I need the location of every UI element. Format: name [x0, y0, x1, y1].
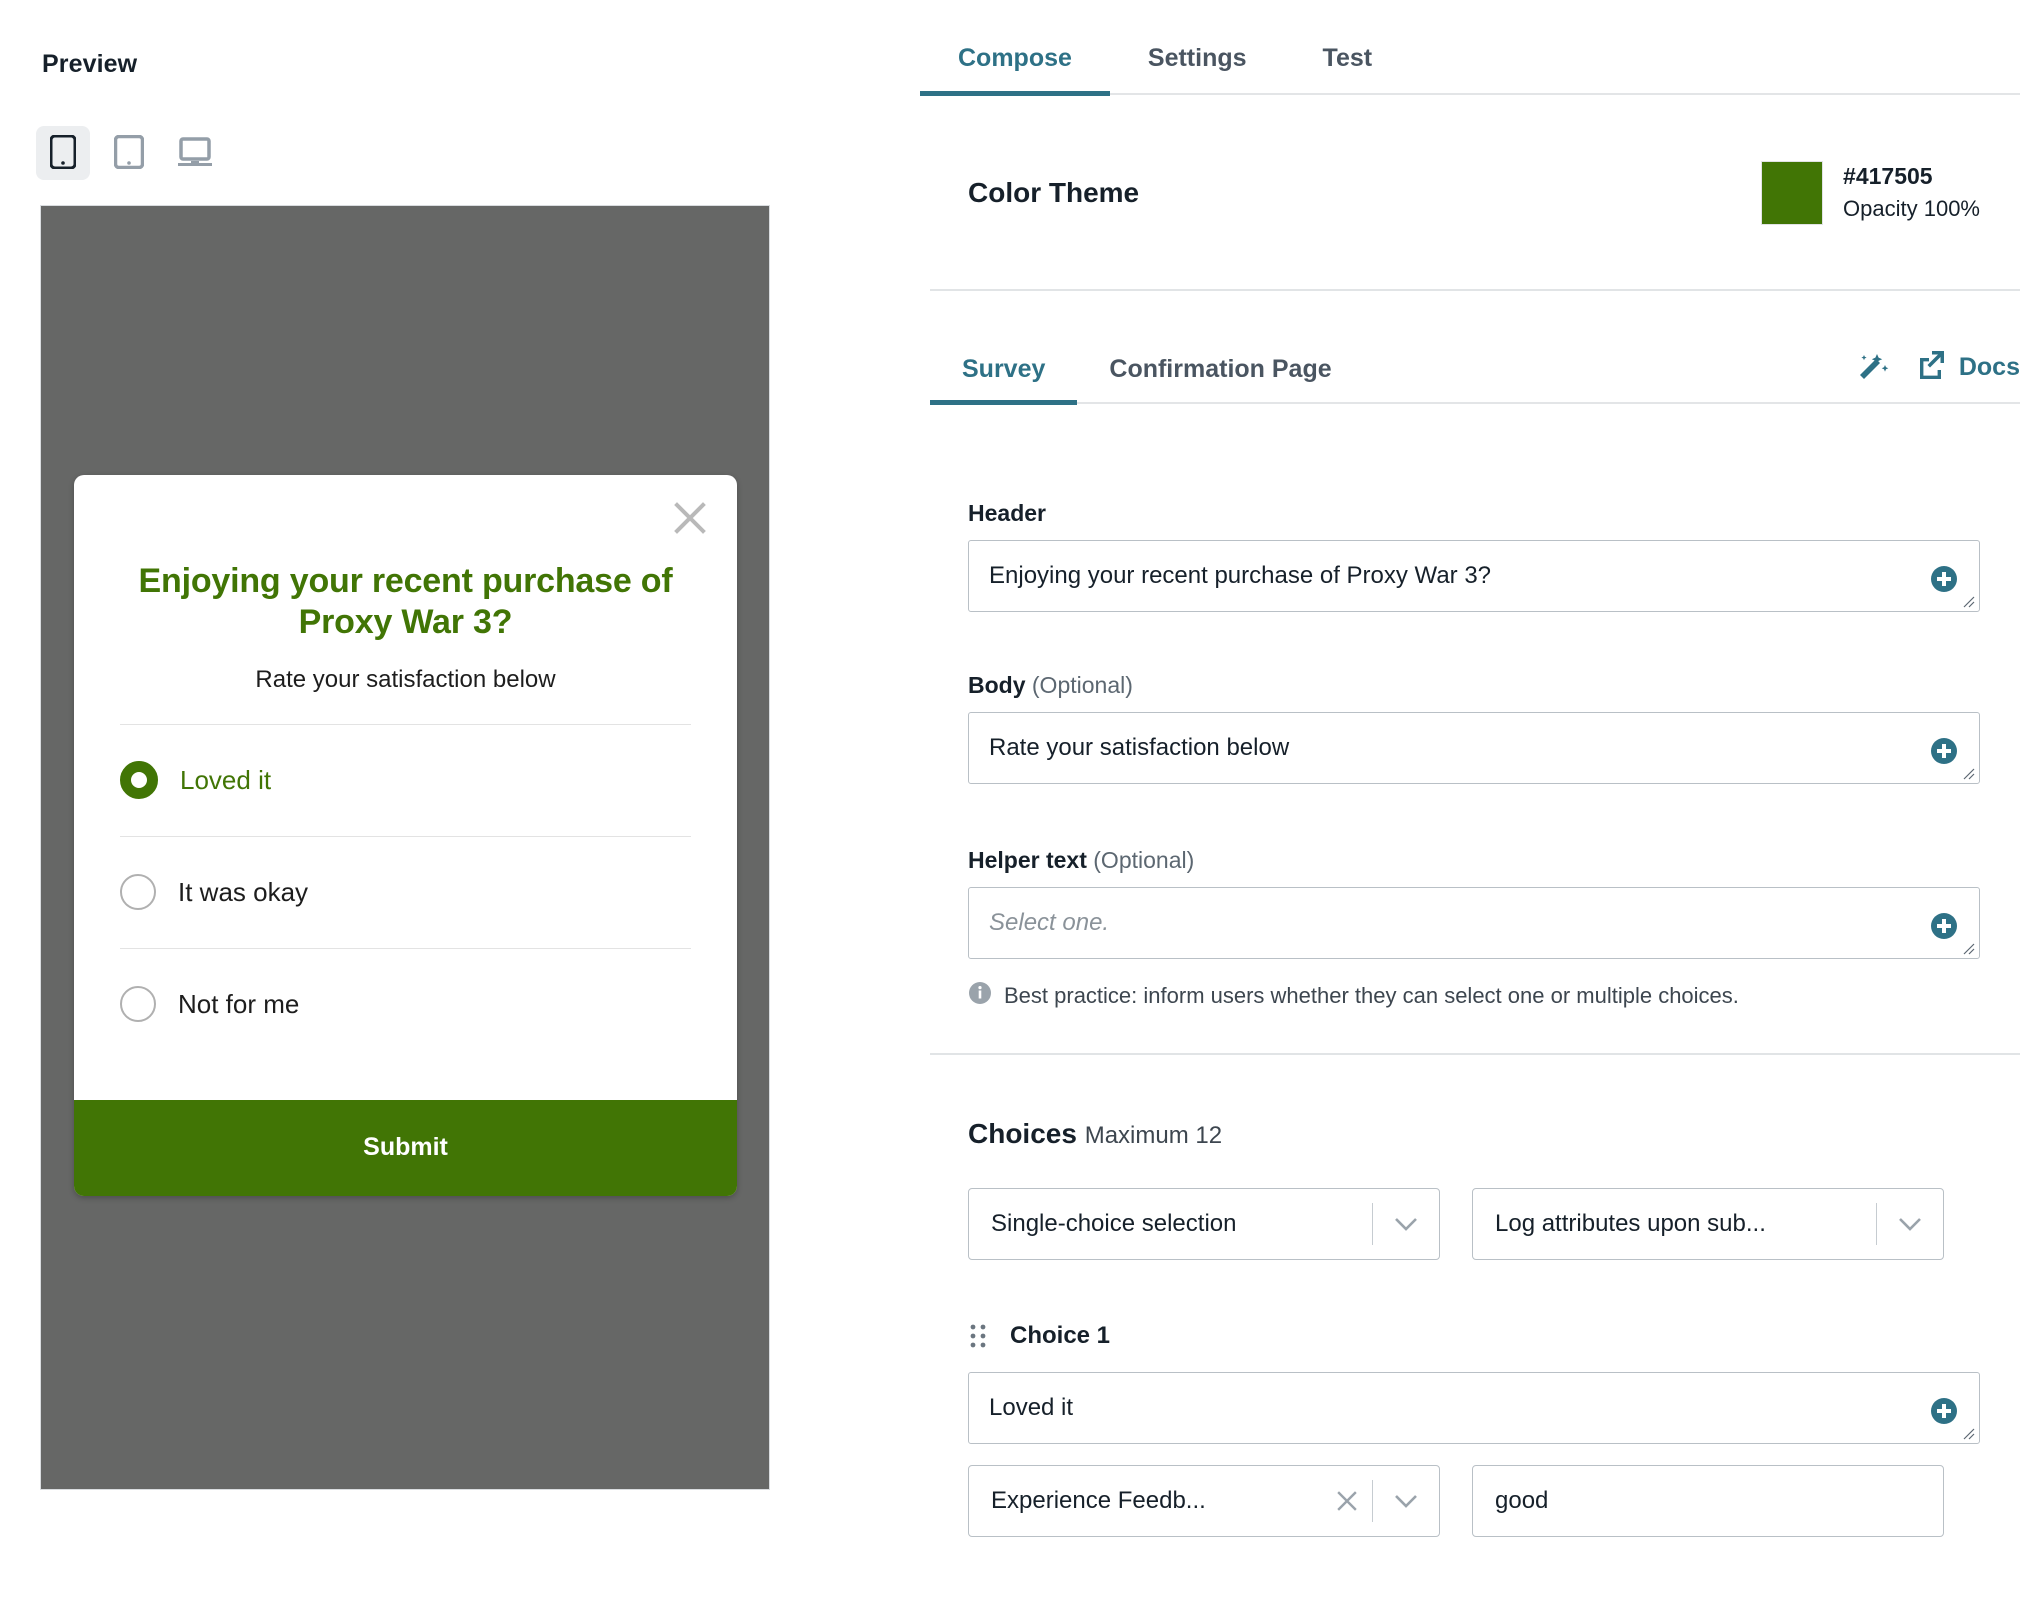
choice-1-input-group	[968, 1372, 1980, 1449]
color-theme-row: Color Theme #417505 Opacity 100%	[968, 160, 1980, 225]
add-variable-icon[interactable]	[1930, 912, 1958, 940]
header-input-wrap	[968, 540, 1980, 617]
helper-hint-row: Best practice: inform users whether they…	[968, 981, 1980, 1011]
color-swatch-group[interactable]: #417505 Opacity 100%	[1761, 160, 1980, 225]
survey-composer-screen: Preview Enjoying your recent purchase of…	[0, 0, 2026, 1612]
tab-confirmation-page[interactable]: Confirmation Page	[1077, 345, 1363, 405]
sub-tab-bar: Survey Confirmation Page Docs	[930, 345, 2020, 405]
drag-handle-icon[interactable]	[968, 1322, 988, 1350]
helper-input[interactable]	[968, 887, 1980, 959]
attribute-value-input[interactable]	[1472, 1465, 1944, 1537]
section-divider	[930, 1053, 2020, 1055]
external-link-icon	[1916, 349, 1946, 386]
helper-optional-text: (Optional)	[1093, 847, 1195, 873]
radio-unselected-icon[interactable]	[120, 986, 156, 1023]
choice-1-header: Choice 1	[968, 1322, 1110, 1350]
helper-input-wrap	[968, 887, 1980, 964]
choices-config-row: Single-choice selection Log attributes u…	[968, 1188, 1944, 1260]
tablet-device-icon	[113, 134, 145, 172]
mobile-device-icon	[49, 134, 77, 172]
desktop-device-icon	[177, 136, 213, 170]
tab-test[interactable]: Test	[1285, 30, 1411, 96]
header-field-group: Header	[968, 500, 1980, 617]
preview-choice-label: It was okay	[178, 876, 309, 907]
header-label-text: Header	[968, 500, 1046, 526]
chevron-down-icon[interactable]	[1373, 1494, 1439, 1509]
body-field-label: Body (Optional)	[968, 672, 1980, 699]
editor-pane: Compose Settings Test Color Theme #41750…	[920, 0, 2026, 1612]
preview-choice-label: Loved it	[180, 764, 272, 795]
preview-pane: Preview Enjoying your recent purchase of…	[0, 0, 900, 1612]
radio-selected-icon[interactable]	[120, 761, 158, 800]
device-toggle-desktop[interactable]	[168, 126, 222, 180]
submit-button[interactable]: Submit	[74, 1099, 737, 1196]
survey-preview-subtext: Rate your satisfaction below	[255, 665, 556, 693]
chevron-down-icon[interactable]	[1373, 1217, 1439, 1232]
device-toggle-tablet[interactable]	[102, 126, 156, 180]
device-preview-switcher	[36, 126, 222, 180]
choice-input-wrap	[968, 1372, 1980, 1449]
sub-tab-actions: Docs	[1856, 349, 2020, 402]
clear-icon[interactable]	[1322, 1490, 1372, 1512]
info-icon	[968, 981, 992, 1011]
add-variable-icon[interactable]	[1930, 1397, 1958, 1425]
survey-preview-body: Enjoying your recent purchase of Proxy W…	[74, 475, 737, 1100]
helper-hint-text: Best practice: inform users whether they…	[1004, 983, 1739, 1008]
body-optional-text: (Optional)	[1031, 672, 1133, 698]
choices-title-text: Choices	[968, 1118, 1077, 1149]
selection-mode-value: Single-choice selection	[991, 1210, 1237, 1237]
color-opacity-value: Opacity 100%	[1843, 196, 1980, 222]
choices-section-title: Choices Maximum 12	[968, 1118, 1222, 1150]
choice-number-label: Choice 1	[1010, 1322, 1111, 1349]
helper-field-label: Helper text (Optional)	[968, 847, 1980, 874]
header-field-label: Header	[968, 500, 1980, 527]
tab-compose[interactable]: Compose	[920, 30, 1110, 96]
preview-choice-option[interactable]: Not for me	[120, 947, 691, 1060]
helper-label-text: Helper text	[968, 847, 1087, 873]
radio-unselected-icon[interactable]	[120, 874, 156, 911]
preview-choice-option[interactable]: It was okay	[120, 835, 691, 948]
choices-maximum-text: Maximum 12	[1084, 1122, 1223, 1149]
top-tab-bar: Compose Settings Test	[920, 30, 2020, 96]
choice-1-attribute-row: Experience Feedb...	[968, 1465, 1944, 1537]
page-title: Preview	[42, 50, 138, 78]
body-input-wrap	[968, 712, 1980, 789]
docs-label: Docs	[1958, 353, 2020, 381]
docs-link[interactable]: Docs	[1916, 349, 2020, 386]
color-hex-value: #417505	[1843, 163, 1933, 189]
body-label-text: Body	[968, 672, 1026, 698]
survey-preview-card: Enjoying your recent purchase of Proxy W…	[74, 475, 737, 1196]
logging-mode-value: Log attributes upon sub...	[1495, 1210, 1766, 1237]
device-preview-frame: Enjoying your recent purchase of Proxy W…	[40, 205, 770, 1490]
close-icon[interactable]	[669, 497, 711, 539]
body-field-group: Body (Optional)	[968, 672, 1980, 789]
attribute-name-select[interactable]: Experience Feedb...	[968, 1465, 1440, 1537]
attribute-name-value: Experience Feedb...	[991, 1487, 1206, 1514]
tab-survey[interactable]: Survey	[930, 345, 1078, 405]
color-swatch-text: #417505 Opacity 100%	[1843, 160, 1980, 225]
color-swatch[interactable]	[1761, 160, 1824, 225]
magic-wand-icon[interactable]	[1856, 351, 1890, 385]
logging-mode-select[interactable]: Log attributes upon sub...	[1472, 1188, 1944, 1260]
choice-1-input[interactable]	[968, 1372, 1980, 1444]
body-input[interactable]	[968, 712, 1980, 784]
preview-choice-option[interactable]: Loved it	[120, 723, 691, 836]
color-theme-label: Color Theme	[968, 176, 1140, 208]
add-variable-icon[interactable]	[1930, 737, 1958, 765]
tab-settings[interactable]: Settings	[1110, 30, 1285, 96]
section-divider	[930, 289, 2020, 291]
chevron-down-icon[interactable]	[1877, 1217, 1943, 1232]
selection-mode-select[interactable]: Single-choice selection	[968, 1188, 1440, 1260]
helper-field-group: Helper text (Optional) Select one. Best …	[968, 847, 1980, 1011]
preview-choice-label: Not for me	[178, 988, 300, 1019]
device-toggle-mobile[interactable]	[36, 126, 90, 180]
survey-preview-header: Enjoying your recent purchase of Proxy W…	[138, 562, 673, 642]
add-variable-icon[interactable]	[1930, 565, 1958, 593]
header-input[interactable]	[968, 540, 1980, 612]
